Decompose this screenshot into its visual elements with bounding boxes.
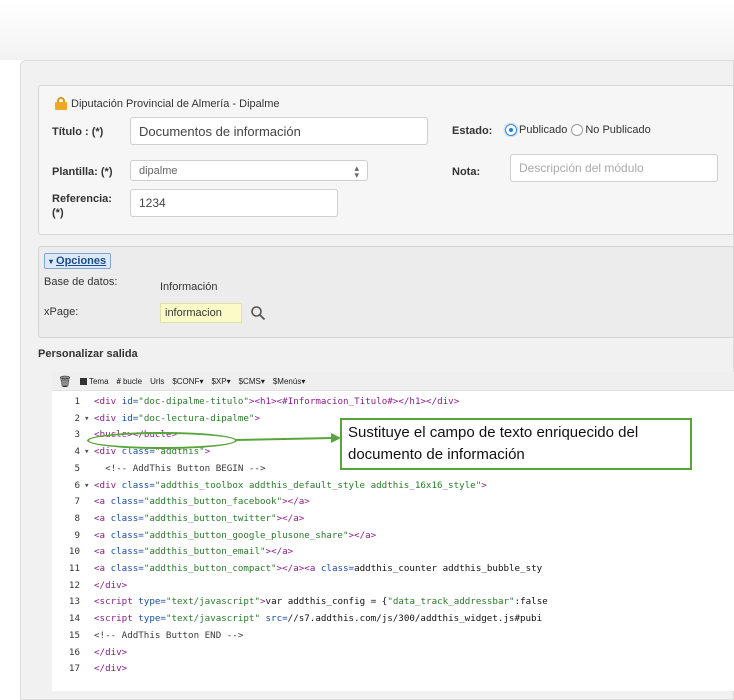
plantilla-label: Plantilla: (*) [52,166,113,178]
toolbar-menus[interactable]: $Menús▾ [273,377,305,386]
estado-label: Estado: [452,125,493,137]
referencia-label: Referencia: [52,193,112,205]
code-line[interactable]: 10 <a class="addthis_button_email"></a> [52,545,734,558]
code-text: <!-- AddThis Button END --> [94,629,244,641]
line-number: 16 [68,646,80,658]
no-publicado-radio[interactable] [571,124,584,136]
code-text: </div> [94,646,128,658]
no-publicado-option-label[interactable]: No Publicado [585,124,650,136]
line-number: 15 [68,629,80,641]
line-number: 4 [74,446,80,458]
code-text: <div class="addthis_toolbox addthis_defa… [94,479,487,491]
highlight-ellipse [87,432,237,449]
nota-label: Nota: [452,166,481,178]
toolbar-cms[interactable]: $CMS▾ [239,377,265,386]
base-datos-label: Base de datos: [44,276,118,288]
line-number: 8 [74,512,80,524]
referencia-required-mark: (*) [52,207,64,219]
tema-icon [79,377,87,385]
fold-icon[interactable]: ▾ [84,445,94,458]
estado-radio-group: Publicado No Publicado [505,124,651,136]
delete-icon[interactable]: 🗑 [58,375,72,388]
top-band [0,0,734,60]
line-number: 14 [68,613,80,625]
code-text: <a class="addthis_button_twitter"></a> [94,512,305,524]
line-number: 12 [68,579,80,591]
code-text: <script type="text/javascript">var addth… [94,596,548,608]
line-number: 17 [68,663,80,675]
code-line[interactable]: 14 <script type="text/javascript" src=//s… [52,612,734,625]
code-text: <script type="text/javascript" src=//s7.… [94,613,543,625]
annotation-callout: Sustituye el campo de texto enriquecido … [340,418,692,470]
line-number: 10 [68,546,80,558]
code-line[interactable]: 8 <a class="addthis_button_twitter"></a> [52,512,734,525]
collapse-arrow-icon: ▾ [49,256,54,266]
toolbar-conf[interactable]: $CONF▾ [172,377,203,386]
code-text: <!-- AddThis Button BEGIN --> [94,462,266,474]
opciones-toggle[interactable]: ▾ Opciones [44,253,112,269]
publicado-option-label[interactable]: Publicado [519,124,567,136]
toolbar-tema[interactable]: Tema [79,377,109,386]
code-text: <a class="addthis_button_email"></a> [94,546,294,558]
titulo-input[interactable]: Documentos de información [130,117,428,145]
code-line[interactable]: 7 <a class="addthis_button_facebook"></a> [52,495,734,508]
line-number: 9 [74,529,80,541]
code-line[interactable]: 12 </div> [52,579,734,592]
toolbar-urls[interactable]: Urls [150,377,164,386]
toolbar-bucle[interactable]: # bucle [117,377,143,386]
base-datos-value: Información [160,281,218,293]
code-text: <div id="doc-lectura-dipalme"> [94,412,260,424]
line-number: 7 [74,496,80,508]
arrow-icon [235,433,341,443]
editor-toolbar: 🗑 Tema # bucle Urls $CONF▾ $XP▾ $CMS▾ $Me… [52,372,734,390]
search-icon[interactable] [250,305,266,321]
code-line[interactable]: 9 <a class="addthis_button_google_plusone… [52,529,734,542]
line-number: 6 [74,479,80,491]
organization-name: Diputación Provincial de Almería - Dipal… [71,97,280,110]
personalizar-title: Personalizar salida [38,348,138,360]
nota-input[interactable]: Descripción del módulo [510,154,718,182]
code-text: <a class="addthis_button_google_plusone_… [94,529,377,541]
line-number: 5 [74,462,80,474]
line-number: 1 [74,396,80,407]
plantilla-select[interactable]: dipalme ▴ ▾ [130,160,368,181]
xpage-label: xPage: [44,306,79,318]
code-line[interactable]: 6 ▾ <div class="addthis_toolbox addthis_de… [52,479,734,492]
organization-header: Diputación Provincial de Almería - Dipal… [55,97,279,110]
code-text: <a class="addthis_button_facebook"></a> [94,496,310,508]
xpage-value[interactable]: informacion [160,303,242,323]
code-line[interactable]: 17 </div> [52,662,734,675]
code-text: <div id="doc-dipalme-titulo"><h1><#Infor… [94,396,460,407]
plantilla-selected-value: dipalme [139,164,178,177]
line-number: 3 [74,429,80,441]
line-number: 2 [74,412,80,424]
code-line[interactable]: 11 <a class="addthis_button_compact"></a>… [52,562,734,575]
code-text: <a class="addthis_button_compact"></a><a… [94,563,543,574]
code-text: </div> [94,663,128,675]
opciones-panel [38,246,734,338]
fold-icon[interactable]: ▾ [84,479,94,492]
lock-icon [55,97,67,110]
fold-icon[interactable]: ▾ [84,412,94,425]
titulo-label: Título : (*) [52,126,104,138]
code-line[interactable]: 15 <!-- AddThis Button END --> [52,629,734,642]
select-arrows-icon: ▴ ▾ [354,163,359,180]
hash-icon: # [116,376,121,386]
line-number: 11 [68,563,80,574]
code-line[interactable]: 1 <div id="doc-dipalme-titulo"><h1><#Info… [52,395,734,408]
toolbar-xp[interactable]: $XP▾ [211,377,230,386]
referencia-input[interactable]: 1234 [130,189,338,217]
code-line[interactable]: 13 <script type="text/javascript">var add… [52,595,734,608]
publicado-radio[interactable] [505,124,517,136]
line-number: 13 [68,596,80,608]
code-line[interactable]: 16 </div> [52,646,734,659]
code-text: </div> [94,579,128,591]
opciones-toggle-label: Opciones [56,255,107,267]
